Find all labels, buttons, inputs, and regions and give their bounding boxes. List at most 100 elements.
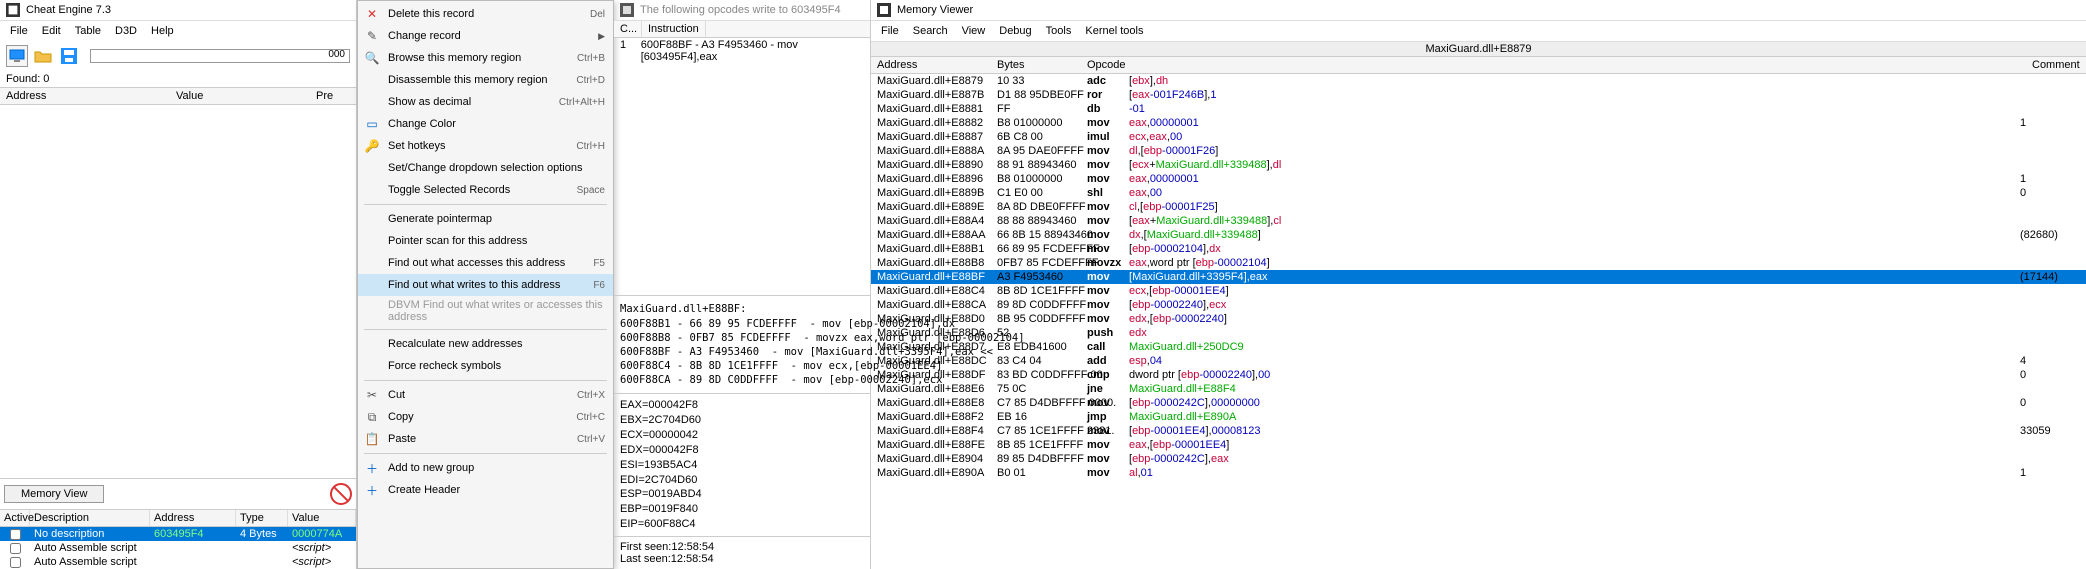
menu-item[interactable]: Set/Change dropdown selection options bbox=[358, 157, 613, 179]
cell-opcode: mov bbox=[1087, 214, 1129, 228]
address-table[interactable]: No description 603495F4 4 Bytes 0000774A… bbox=[0, 527, 356, 569]
menu-item[interactable]: Generate pointermap bbox=[358, 208, 613, 230]
disasm-row[interactable]: MaxiGuard.dll+E8879 10 33 adc [ebx],dh bbox=[871, 74, 2086, 88]
col-prev[interactable]: Pre bbox=[316, 90, 333, 102]
menu-item[interactable]: ✂ Cut Ctrl+X bbox=[358, 384, 613, 406]
menu-file[interactable]: File bbox=[4, 23, 34, 39]
col-value-h[interactable]: Value bbox=[288, 510, 356, 526]
menu-d3d[interactable]: D3D bbox=[109, 23, 143, 39]
memory-view-button[interactable]: Memory View bbox=[4, 485, 104, 503]
separator bbox=[364, 204, 607, 205]
menu-item[interactable]: 🔑 Set hotkeys Ctrl+H bbox=[358, 135, 613, 157]
disasm-row[interactable]: MaxiGuard.dll+E88A4 88 88 88943460 mov [… bbox=[871, 214, 2086, 228]
disasm-row[interactable]: MaxiGuard.dll+E88F2 EB 16 jmp MaxiGuard.… bbox=[871, 410, 2086, 424]
col-bytes[interactable]: Bytes bbox=[991, 57, 1081, 73]
menu-item[interactable]: Show as decimal Ctrl+Alt+H bbox=[358, 91, 613, 113]
menu-help[interactable]: Help bbox=[145, 23, 180, 39]
disasm-row[interactable]: MaxiGuard.dll+E88F4 C7 85 1CE1FFFF 2381.… bbox=[871, 424, 2086, 438]
disasm-row[interactable]: MaxiGuard.dll+E88FE 8B 85 1CE1FFFF mov e… bbox=[871, 438, 2086, 452]
opcode-list[interactable]: 1600F88BF - A3 F4953460 - mov [603495F4]… bbox=[614, 38, 870, 295]
disasm-row[interactable]: MaxiGuard.dll+E88E6 75 0C jne MaxiGuard.… bbox=[871, 382, 2086, 396]
menu-item[interactable]: ✎ Change record ▶ bbox=[358, 25, 613, 47]
menu-item[interactable]: ▭ Change Color bbox=[358, 113, 613, 135]
table-row[interactable]: Auto Assemble script <script> bbox=[0, 541, 356, 555]
menu-item[interactable]: 📋 Paste Ctrl+V bbox=[358, 428, 613, 450]
col-args[interactable] bbox=[1123, 57, 2026, 73]
menu-item[interactable]: Toggle Selected Records Space bbox=[358, 179, 613, 201]
menu-shortcut: F5 bbox=[593, 258, 605, 269]
col-comment[interactable]: Comment bbox=[2026, 57, 2086, 73]
menu-edit[interactable]: Edit bbox=[36, 23, 67, 39]
process-button[interactable] bbox=[6, 45, 28, 67]
disasm-row[interactable]: MaxiGuard.dll+E88B8 0FB7 85 FCDEFFFF mov… bbox=[871, 256, 2086, 270]
cell-comment: 0 bbox=[2020, 368, 2080, 382]
menu-tools[interactable]: Tools bbox=[1040, 23, 1078, 39]
menu-item[interactable]: Force recheck symbols bbox=[358, 355, 613, 377]
menu-item[interactable]: Find out what writes to this address F6 bbox=[358, 274, 613, 296]
disasm-row[interactable]: MaxiGuard.dll+E887B D1 88 95DBE0FF ror [… bbox=[871, 88, 2086, 102]
menu-search[interactable]: Search bbox=[907, 23, 954, 39]
menu-item[interactable]: Disassemble this memory region Ctrl+D bbox=[358, 69, 613, 91]
register-line: ECX=00000042 bbox=[620, 428, 864, 443]
disasm-row[interactable]: MaxiGuard.dll+E8881 FF db -01 bbox=[871, 102, 2086, 116]
col-address[interactable]: Address bbox=[871, 57, 991, 73]
col-count[interactable]: C... bbox=[614, 21, 642, 37]
cell-opcode: mov bbox=[1087, 144, 1129, 158]
menu-debug[interactable]: Debug bbox=[993, 23, 1037, 39]
disasm-row[interactable]: MaxiGuard.dll+E88BF A3 F4953460 mov [Max… bbox=[871, 270, 2086, 284]
menu-view[interactable]: View bbox=[956, 23, 992, 39]
disasm-row[interactable]: MaxiGuard.dll+E8882 B8 01000000 mov eax,… bbox=[871, 116, 2086, 130]
menu-kernel-tools[interactable]: Kernel tools bbox=[1079, 23, 1149, 39]
menu-item[interactable]: Pointer scan for this address bbox=[358, 230, 613, 252]
menu-item[interactable]: Find out what accesses this address F5 bbox=[358, 252, 613, 274]
menu-item[interactable]: ✕ Delete this record Del bbox=[358, 3, 613, 25]
save-button[interactable] bbox=[58, 45, 80, 67]
disasm-row[interactable]: MaxiGuard.dll+E88C4 8B 8D 1CE1FFFF mov e… bbox=[871, 284, 2086, 298]
col-address[interactable]: Address bbox=[6, 90, 176, 102]
disasm-row[interactable]: MaxiGuard.dll+E88E8 C7 85 D4DBFFFF 0000.… bbox=[871, 396, 2086, 410]
disasm-row[interactable]: MaxiGuard.dll+E888A 8A 95 DAE0FFFF mov d… bbox=[871, 144, 2086, 158]
opcode-row[interactable]: 1600F88BF - A3 F4953460 - mov [603495F4]… bbox=[614, 38, 870, 64]
disasm-row[interactable]: MaxiGuard.dll+E8890 88 91 88943460 mov [… bbox=[871, 158, 2086, 172]
disasm-row[interactable]: MaxiGuard.dll+E88AA 66 8B 15 88943460 mo… bbox=[871, 228, 2086, 242]
menu-item[interactable]: Recalculate new addresses bbox=[358, 333, 613, 355]
menu-table[interactable]: Table bbox=[69, 23, 107, 39]
cell-comment bbox=[2020, 102, 2080, 116]
register-line: ESI=193B5AC4 bbox=[620, 458, 864, 473]
menu-item: DBVM Find out what writes or accesses th… bbox=[358, 296, 613, 326]
disasm-row[interactable]: MaxiGuard.dll+E88D6 52 push edx bbox=[871, 326, 2086, 340]
menu-item[interactable]: 🔍 Browse this memory region Ctrl+B bbox=[358, 47, 613, 69]
disasm-list[interactable]: MaxiGuard.dll+E8879 10 33 adc [ebx],dh M… bbox=[871, 74, 2086, 569]
col-opcode[interactable]: Opcode bbox=[1081, 57, 1123, 73]
disasm-row[interactable]: MaxiGuard.dll+E88DC 83 C4 04 add esp,04 … bbox=[871, 354, 2086, 368]
disasm-row[interactable]: MaxiGuard.dll+E88DF 83 BD C0DDFFFF 00 cm… bbox=[871, 368, 2086, 382]
stop-icon[interactable] bbox=[330, 483, 352, 505]
menu-item[interactable]: ＋ Add to new group bbox=[358, 457, 613, 479]
disasm-row[interactable]: MaxiGuard.dll+E88CA 89 8D C0DDFFFF mov [… bbox=[871, 298, 2086, 312]
col-desc[interactable]: Description bbox=[30, 510, 150, 526]
table-row[interactable]: No description 603495F4 4 Bytes 0000774A bbox=[0, 527, 356, 541]
table-row[interactable]: Auto Assemble script <script> bbox=[0, 555, 356, 569]
open-button[interactable] bbox=[32, 45, 54, 67]
disasm-row[interactable]: MaxiGuard.dll+E890A B0 01 mov al,01 1 bbox=[871, 466, 2086, 480]
active-checkbox[interactable] bbox=[10, 557, 21, 568]
menu-shortcut: Ctrl+X bbox=[577, 390, 605, 401]
disasm-row[interactable]: MaxiGuard.dll+E8904 89 85 D4DBFFFF mov [… bbox=[871, 452, 2086, 466]
active-checkbox[interactable] bbox=[10, 529, 21, 540]
menu-file[interactable]: File bbox=[875, 23, 905, 39]
disasm-row[interactable]: MaxiGuard.dll+E8896 B8 01000000 mov eax,… bbox=[871, 172, 2086, 186]
col-value[interactable]: Value bbox=[176, 90, 316, 102]
col-instruction[interactable]: Instruction bbox=[642, 21, 706, 37]
disasm-row[interactable]: MaxiGuard.dll+E8887 6B C8 00 imul ecx,ea… bbox=[871, 130, 2086, 144]
col-addr-h[interactable]: Address bbox=[150, 510, 236, 526]
disasm-row[interactable]: MaxiGuard.dll+E889B C1 E0 00 shl eax,00 … bbox=[871, 186, 2086, 200]
menu-item[interactable]: ⧉ Copy Ctrl+C bbox=[358, 406, 613, 428]
disasm-row[interactable]: MaxiGuard.dll+E88D7 E8 EDB41600 call Max… bbox=[871, 340, 2086, 354]
disasm-row[interactable]: MaxiGuard.dll+E889E 8A 8D DBE0FFFF mov c… bbox=[871, 200, 2086, 214]
menu-item[interactable]: ＋ Create Header bbox=[358, 479, 613, 501]
col-active[interactable]: Active bbox=[0, 510, 30, 526]
disasm-row[interactable]: MaxiGuard.dll+E88D0 8B 95 C0DDFFFF mov e… bbox=[871, 312, 2086, 326]
disasm-row[interactable]: MaxiGuard.dll+E88B1 66 89 95 FCDEFFFF mo… bbox=[871, 242, 2086, 256]
col-type[interactable]: Type bbox=[236, 510, 288, 526]
active-checkbox[interactable] bbox=[10, 543, 21, 554]
